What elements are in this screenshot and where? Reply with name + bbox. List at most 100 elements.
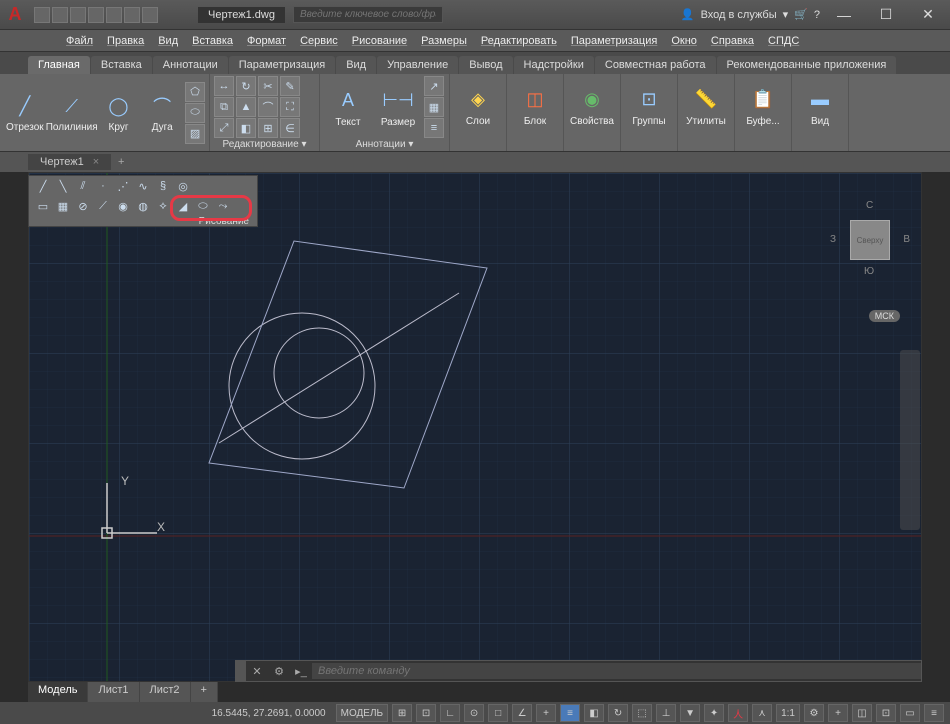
clipboard-button[interactable]: 📋Буфе... (739, 76, 787, 136)
panel-annot-label[interactable]: Аннотации ▾ (324, 138, 445, 151)
trim-icon[interactable]: ✂ (258, 76, 278, 96)
erase-icon[interactable]: ✎ (280, 76, 300, 96)
gradient-icon[interactable]: ◢ (175, 198, 191, 214)
new-tab-button[interactable]: + (111, 156, 131, 168)
ray-icon[interactable]: ╲ (55, 178, 71, 194)
minimize-button[interactable]: — (826, 0, 862, 30)
cart-icon[interactable]: 🛒 (794, 8, 808, 21)
qat-plot-icon[interactable] (106, 7, 122, 23)
command-input[interactable] (312, 663, 921, 679)
props-button[interactable]: ◉Свойства (568, 76, 616, 136)
ribbon-tab-2[interactable]: Аннотации (153, 56, 228, 74)
snap-toggle-icon[interactable]: ⊡ (416, 704, 436, 722)
view-cube[interactable]: С З В Ю Сверху (830, 200, 910, 300)
viewcube-top[interactable]: Сверху (850, 220, 890, 260)
selection-filter-icon[interactable]: ▼ (680, 704, 700, 722)
workspace-switch-icon[interactable]: ⚙ (804, 704, 824, 722)
drawing-canvas[interactable]: X Y (29, 173, 922, 682)
ellipse-btn-icon[interactable]: ⬭ (195, 198, 211, 214)
command-line[interactable]: ✕ ⚙ ▸_ (235, 660, 922, 682)
cmdline-customize-icon[interactable]: ⚙ (268, 660, 290, 682)
gizmo-icon[interactable]: ✦ (704, 704, 724, 722)
ribbon-tab-5[interactable]: Управление (377, 56, 458, 74)
doc-tab[interactable]: Чертеж1 × (28, 154, 111, 170)
draw-Круг[interactable]: ◯Круг (98, 83, 140, 143)
offset-icon[interactable]: ∈ (280, 118, 300, 138)
layout-tab-Модель[interactable]: Модель (28, 682, 88, 702)
ribbon-tab-0[interactable]: Главная (28, 56, 90, 74)
leader-icon[interactable]: ↗ (424, 76, 444, 96)
annomon-icon[interactable]: + (828, 704, 848, 722)
app-logo[interactable]: A (0, 0, 30, 30)
user-icon[interactable]: 👤 (681, 8, 695, 21)
login-label[interactable]: Вход в службы (701, 9, 777, 21)
cleanscreen-icon[interactable]: ▭ (900, 704, 920, 722)
hardware-icon[interactable]: ⊡ (876, 704, 896, 722)
help-icon[interactable]: ? (814, 9, 820, 21)
ribbon-tab-1[interactable]: Вставка (91, 56, 152, 74)
table-icon[interactable]: ▦ (424, 97, 444, 117)
menu-размеры[interactable]: Размеры (415, 33, 473, 49)
menu-справка[interactable]: Справка (705, 33, 760, 49)
polar-toggle-icon[interactable]: ⊙ (464, 704, 484, 722)
ucs-label[interactable]: МСК (869, 310, 900, 322)
layout-add-button[interactable]: + (191, 682, 218, 702)
transparency-icon[interactable]: ◧ (584, 704, 604, 722)
qat-open-icon[interactable] (52, 7, 68, 23)
ribbon-tab-8[interactable]: Совместная работа (595, 56, 716, 74)
qat-undo-icon[interactable] (124, 7, 140, 23)
menu-правка[interactable]: Правка (101, 33, 150, 49)
menu-вставка[interactable]: Вставка (186, 33, 239, 49)
cmdline-toggle-icon[interactable]: ✕ (246, 660, 268, 682)
copy-icon[interactable]: ⧉ (214, 97, 234, 117)
isolate-icon[interactable]: ◫ (852, 704, 872, 722)
divide-icon[interactable]: ⋰ (115, 178, 131, 194)
draw-Дуга[interactable]: ⌒Дуга (141, 83, 183, 143)
draw-Отрезок[interactable]: ╱Отрезок (4, 83, 46, 143)
fillet-icon[interactable]: ⌒ (258, 97, 278, 117)
maximize-button[interactable]: ☐ (868, 0, 904, 30)
drawing-area[interactable]: X Y (28, 172, 922, 682)
qat-saveas-icon[interactable] (88, 7, 104, 23)
menu-формат[interactable]: Формат (241, 33, 292, 49)
ribbon-tab-9[interactable]: Рекомендованные приложения (717, 56, 897, 74)
osnap-toggle-icon[interactable]: □ (488, 704, 508, 722)
annoscale-icon[interactable]: 人 (728, 704, 748, 722)
menu-рисование[interactable]: Рисование (346, 33, 413, 49)
point-icon[interactable]: · (95, 178, 111, 194)
ortho-toggle-icon[interactable]: ∟ (440, 704, 460, 722)
viewcube-east[interactable]: В (903, 234, 910, 245)
menu-вид[interactable]: Вид (152, 33, 184, 49)
menu-файл[interactable]: Файл (60, 33, 99, 49)
customize-status-icon[interactable]: ≡ (924, 704, 944, 722)
dyn-toggle-icon[interactable]: + (536, 704, 556, 722)
view-button[interactable]: ▬Вид (796, 76, 844, 136)
otrack-toggle-icon[interactable]: ∠ (512, 704, 532, 722)
cmdline-handle[interactable] (236, 661, 246, 681)
region-icon[interactable]: ▦ (55, 198, 71, 214)
helix-icon[interactable]: § (155, 178, 171, 194)
navigation-bar[interactable] (900, 350, 920, 530)
hatch-icon[interactable]: ▨ (185, 124, 205, 144)
viewcube-south[interactable]: Ю (864, 266, 874, 277)
menu-сервис[interactable]: Сервис (294, 33, 344, 49)
revision-icon[interactable]: ◉ (115, 198, 131, 214)
scale-icon[interactable]: ◧ (236, 118, 256, 138)
rectangle-icon[interactable]: ▭ (35, 198, 51, 214)
layout-tab-Лист1[interactable]: Лист1 (88, 682, 139, 702)
ellipse-icon[interactable]: ⬭ (185, 103, 205, 123)
donut-icon[interactable]: ◎ (175, 178, 191, 194)
annovis-icon[interactable]: ⋏ (752, 704, 772, 722)
viewcube-west[interactable]: З (830, 234, 836, 245)
block-button[interactable]: ◫Блок (511, 76, 559, 136)
3dpoly-icon[interactable]: ⟋ (95, 198, 111, 214)
groups-button[interactable]: ⊡Группы (625, 76, 673, 136)
array-icon[interactable]: ⊞ (258, 118, 278, 138)
text-button[interactable]: AТекст (324, 77, 372, 137)
3dosnap-icon[interactable]: ⬚ (632, 704, 652, 722)
scale-button[interactable]: 1:1 (776, 704, 800, 722)
layout-tab-Лист2[interactable]: Лист2 (140, 682, 191, 702)
dimension-button[interactable]: ⊢⊣Размер (374, 77, 422, 137)
rotate-icon[interactable]: ↻ (236, 76, 256, 96)
dynucs-icon[interactable]: ⊥ (656, 704, 676, 722)
